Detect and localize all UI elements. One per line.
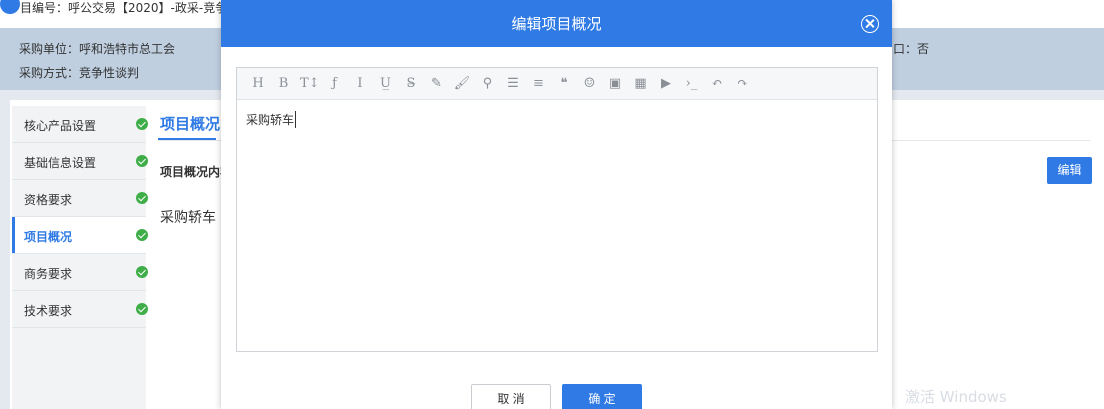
app-logo-icon: [0, 0, 20, 14]
bold-icon[interactable]: B: [275, 75, 293, 93]
sidebar-item-label: 核心产品设置: [24, 119, 97, 133]
quote-icon[interactable]: ❝: [555, 75, 573, 93]
sidebar-item-core-product[interactable]: 核心产品设置: [12, 106, 148, 142]
check-icon: [136, 192, 148, 204]
editor-content-area[interactable]: 采购轿车: [237, 101, 877, 351]
undo-icon[interactable]: ↶: [708, 75, 726, 93]
sidebar-item-basic-info[interactable]: 基础信息设置: [12, 143, 148, 179]
editor-text[interactable]: 采购轿车: [246, 111, 297, 128]
edit-overview-dialog: 编辑项目概况 H B T↕ ƒ I U̲ S̶ ✎ 🖌 ⚲ ☰ ≡ ❝ ☺ ▣ ▦ ▶ ›_ ↶ ↷ 采购轿车 取 消…: [221, 0, 892, 409]
font-family-icon[interactable]: ƒ: [326, 75, 344, 93]
editor-toolbar: H B T↕ ƒ I U̲ S̶ ✎ 🖌 ⚲ ☰ ≡ ❝ ☺ ▣ ▦ ▶ ›_ ↶ ↷: [237, 68, 877, 100]
check-icon: [136, 229, 148, 241]
sidebar-item-label: 技术要求: [24, 304, 73, 318]
activation-watermark: 激活 Windows: [905, 388, 1007, 406]
check-icon: [136, 118, 148, 130]
align-icon[interactable]: ≡: [530, 75, 548, 93]
dialog-header: 编辑项目概况: [221, 0, 892, 47]
code-icon[interactable]: ›_: [683, 75, 701, 93]
cancel-button[interactable]: 取 消: [471, 384, 551, 409]
close-icon[interactable]: [861, 15, 879, 33]
confirm-button[interactable]: 确 定: [562, 384, 642, 409]
underline-icon[interactable]: U̲: [377, 75, 395, 93]
image-icon[interactable]: ▣: [606, 75, 624, 93]
sidebar-item-qualification[interactable]: 资格要求: [12, 180, 148, 216]
table-icon[interactable]: ▦: [632, 75, 650, 93]
check-icon: [136, 303, 148, 315]
sidebar-item-label: 项目概况: [24, 230, 73, 244]
sidebar-item-business[interactable]: 商务要求: [12, 254, 148, 290]
tab-project-overview[interactable]: 项目概况: [160, 113, 220, 134]
strikethrough-icon[interactable]: S̶: [402, 75, 420, 93]
font-size-icon[interactable]: T↕: [300, 75, 320, 93]
sidebar-item-label: 基础信息设置: [24, 156, 97, 170]
heading-icon[interactable]: H: [249, 75, 267, 93]
video-icon[interactable]: ▶: [657, 75, 675, 93]
font-color-icon[interactable]: ✎: [428, 75, 446, 93]
purchase-method-info: 采购方式：竞争性谈判: [19, 66, 140, 80]
sidebar-item-project-overview[interactable]: 项目概况: [12, 217, 148, 253]
redo-icon[interactable]: ↷: [734, 75, 752, 93]
overview-content-value: 采购轿车: [160, 210, 216, 226]
info-right-text: 口：否: [893, 42, 930, 56]
link-icon[interactable]: ⚲: [479, 75, 497, 93]
sidebar-item-technical[interactable]: 技术要求: [12, 291, 148, 327]
divider: [12, 327, 146, 328]
dialog-title: 编辑项目概况: [511, 15, 602, 33]
rich-text-editor: H B T↕ ƒ I U̲ S̶ ✎ 🖌 ⚲ ☰ ≡ ❝ ☺ ▣ ▦ ▶ ›_ ↶ ↷ 采购轿车: [236, 67, 878, 352]
check-icon: [136, 266, 148, 278]
emoji-icon[interactable]: ☺: [581, 75, 599, 93]
list-icon[interactable]: ☰: [504, 75, 522, 93]
purchaser-info: 采购单位：呼和浩特市总工会: [19, 42, 176, 56]
check-icon: [136, 155, 148, 167]
edit-button[interactable]: 编辑: [1047, 157, 1092, 184]
background-color-icon[interactable]: 🖌: [453, 75, 471, 93]
italic-icon[interactable]: I: [351, 75, 369, 93]
sidebar-item-label: 资格要求: [24, 193, 73, 207]
sidebar-nav: 核心产品设置 基础信息设置 资格要求 项目概况 商务要求 技术要求: [12, 106, 148, 409]
sidebar-item-label: 商务要求: [24, 267, 73, 281]
